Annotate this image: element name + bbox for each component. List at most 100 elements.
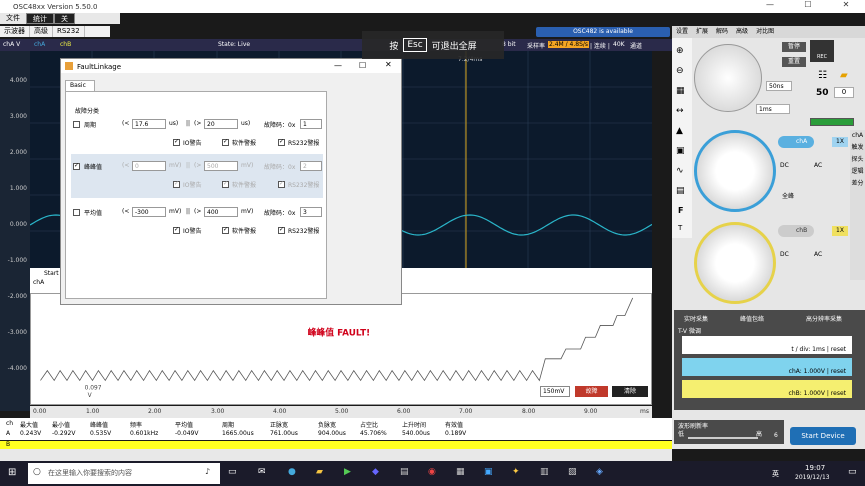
cha-dc[interactable]: DC [780, 162, 789, 169]
save-icon[interactable]: ▣ [676, 146, 685, 156]
upper-threshold-input[interactable]: 20 [204, 119, 238, 129]
menu-file[interactable]: 文件 [0, 13, 26, 24]
sw-alarm-checkbox[interactable]: ✓ [222, 226, 229, 234]
mode-realtime[interactable]: 实时采集 [684, 314, 708, 323]
cha-volt-knob[interactable] [694, 130, 776, 212]
chb-volt-knob[interactable] [694, 222, 776, 304]
tab-rs232[interactable]: RS232 [53, 26, 85, 37]
chb-toggle[interactable]: chB [778, 225, 814, 237]
taskbar-search[interactable]: 在这里输入你要搜索的内容 [28, 463, 220, 484]
reset-button[interactable]: 重置 [782, 57, 806, 67]
row-enable-checkbox[interactable] [73, 209, 80, 216]
t-icon[interactable]: T [678, 224, 682, 232]
range-select[interactable]: 150mV [540, 386, 570, 397]
chb-dc[interactable]: DC [780, 251, 789, 258]
lower-threshold-input[interactable]: -300 [132, 207, 166, 217]
minimize-icon[interactable]: — [751, 0, 789, 9]
app-icon-3[interactable]: ▦ [456, 467, 465, 477]
app-icon-6[interactable]: ▥ [540, 467, 549, 477]
chart-icon[interactable]: ▲ [676, 126, 683, 136]
explorer-icon[interactable]: ▰ [316, 467, 323, 477]
rtab-settings[interactable]: 设置 [672, 26, 692, 38]
start-device-button[interactable]: Start Device [790, 427, 856, 445]
tab-basic[interactable]: Basic [65, 80, 95, 91]
task-view-icon[interactable]: ▭ [228, 467, 237, 477]
rtab-compare[interactable]: 对比图 [752, 26, 778, 38]
rec-button[interactable]: REC [810, 40, 834, 62]
menu-close[interactable]: 关 [54, 13, 75, 24]
app-icon-7[interactable]: ▧ [568, 467, 577, 477]
tab-advanced[interactable]: 高级 [30, 26, 53, 37]
windows-start-icon[interactable]: ⊞ [8, 467, 16, 478]
timebase2-select[interactable]: 1ms [756, 104, 790, 114]
fault-code-input[interactable]: 3 [300, 207, 322, 217]
osc-app-icon[interactable]: ◈ [596, 467, 603, 477]
zoom-in-icon[interactable]: ⊕ [676, 46, 684, 56]
cha-slider[interactable]: chA: 1.000V | reset [682, 358, 852, 376]
counter-input[interactable]: 0 [834, 87, 854, 98]
rs-alarm-checkbox[interactable]: ✓ [278, 138, 285, 146]
dialog-maximize-icon[interactable]: ☐ [359, 61, 366, 70]
rtab-decode[interactable]: 解码 [712, 26, 732, 38]
chb-ac[interactable]: AC [814, 251, 822, 258]
refresh-slider[interactable] [688, 437, 758, 439]
sw-alarm-checkbox[interactable]: ✓ [222, 180, 229, 188]
fault-linkage-dialog[interactable]: FaultLinkage — ☐ ✕ Basic 故障分类 周期 (< 17.6 us… [60, 58, 402, 305]
all-peak-label[interactable]: 全峰 [782, 191, 794, 200]
mail-icon[interactable]: ✉ [258, 467, 266, 477]
mic-icon[interactable]: ♪ [205, 467, 210, 476]
tdiv-slider[interactable]: t / div: 1ms | reset [682, 336, 852, 354]
maximize-icon[interactable]: ☐ [789, 0, 827, 9]
side-tab-trigger[interactable]: 触发 [850, 142, 865, 154]
app-icon-4[interactable]: ▣ [484, 467, 493, 477]
chb-probe[interactable]: 1X [832, 226, 848, 236]
equalizer-icon[interactable]: ☷ [818, 70, 827, 81]
zoom-out-icon[interactable]: ⊖ [676, 66, 684, 76]
tab-scope[interactable]: 示波器 [0, 26, 30, 37]
fault-button[interactable]: 故障 [575, 386, 608, 397]
rs-alarm-checkbox[interactable]: ✓ [278, 180, 285, 188]
dialog-close-icon[interactable]: ✕ [385, 60, 392, 69]
io-alarm-checkbox[interactable]: ✓ [173, 226, 180, 234]
timebase-select[interactable]: 50ns [766, 81, 792, 91]
cha-toggle[interactable]: chA [778, 136, 814, 148]
fault-code-input[interactable]: 1 [300, 119, 322, 129]
grid-icon[interactable]: ▦ [676, 86, 685, 96]
upper-threshold-input[interactable]: 400 [204, 207, 238, 217]
rtab-advanced[interactable]: 高级 [732, 26, 752, 38]
app-icon-2[interactable]: ▤ [400, 467, 409, 477]
menu-stats[interactable]: 统计 [26, 13, 54, 24]
side-tab-cha[interactable]: chA [850, 130, 865, 142]
io-alarm-checkbox[interactable]: ✓ [173, 138, 180, 146]
notification-icon[interactable]: ▭ [848, 467, 857, 477]
chb-slider[interactable]: chB: 1.000V | reset [682, 380, 852, 398]
wave-icon[interactable]: ∿ [676, 166, 684, 176]
timebase-knob[interactable] [694, 44, 762, 112]
lower-threshold-input[interactable]: 17.6 [132, 119, 166, 129]
row-enable-checkbox[interactable] [73, 121, 80, 128]
fault-code-input[interactable]: 2 [300, 161, 322, 171]
ime-label[interactable]: 英 [772, 469, 779, 479]
clear-button[interactable]: 清除 [612, 386, 648, 397]
close-icon[interactable]: ✕ [827, 0, 865, 9]
rs-alarm-checkbox[interactable]: ✓ [278, 226, 285, 234]
io-alarm-checkbox[interactable]: ✓ [173, 180, 180, 188]
skype-icon[interactable]: ● [288, 467, 296, 477]
app-icon-1[interactable]: ◆ [372, 467, 379, 477]
chb-indicator[interactable]: chB [60, 41, 71, 48]
fft-icon[interactable]: F [678, 206, 683, 215]
folder-icon[interactable]: ▰ [840, 70, 848, 81]
side-tab-probe[interactable]: 探头 [850, 154, 865, 166]
cha-ac[interactable]: AC [814, 162, 822, 169]
dialog-minimize-icon[interactable]: — [334, 61, 342, 70]
rtab-extend[interactable]: 扩展 [692, 26, 712, 38]
upper-threshold-input[interactable]: 500 [204, 161, 238, 171]
sw-alarm-checkbox[interactable]: ✓ [222, 138, 229, 146]
app-icon-5[interactable]: ✦ [512, 467, 520, 477]
chrome-icon[interactable]: ◉ [428, 467, 436, 477]
side-tab-diff[interactable]: 差分 [850, 178, 865, 190]
cha-indicator[interactable]: chA [34, 41, 45, 48]
lower-threshold-input[interactable]: 0 [132, 161, 166, 171]
cha-probe[interactable]: 1X [832, 137, 848, 147]
pause-button[interactable]: 暂停 [782, 42, 806, 52]
